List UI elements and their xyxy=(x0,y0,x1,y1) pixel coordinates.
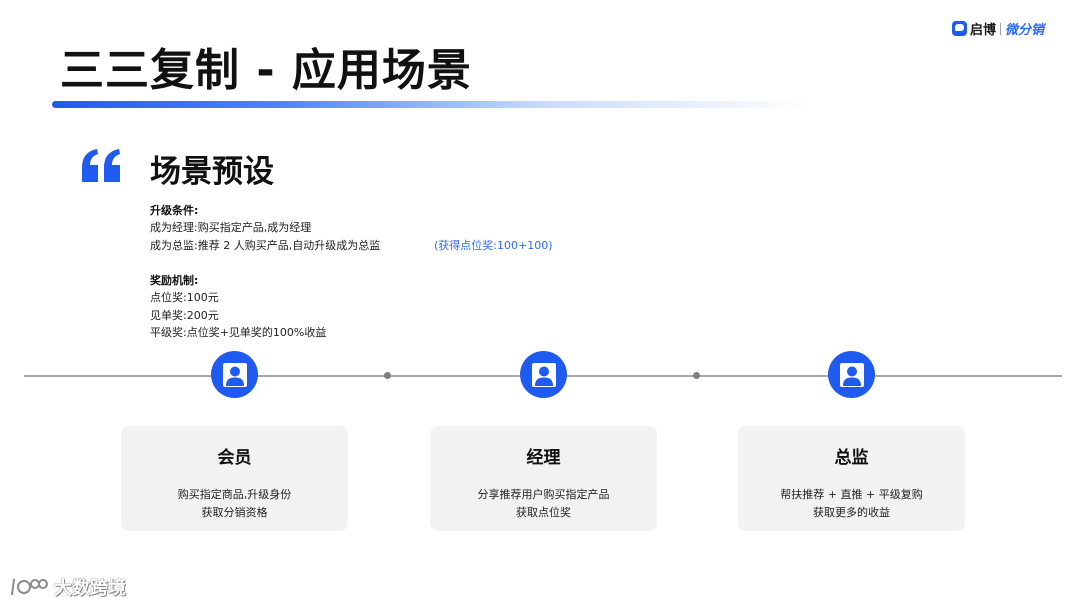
role-desc: 帮扶推荐 + 直推 + 平级复购 获取更多的收益 xyxy=(738,486,965,522)
member-user-icon xyxy=(211,351,258,398)
role-desc-line: 获取更多的收益 xyxy=(813,506,890,519)
brand-subtitle: 微分销 xyxy=(1004,23,1044,38)
director-user-icon xyxy=(828,351,875,398)
role-title: 经理 xyxy=(526,448,561,468)
role-desc-line: 获取分销资格 xyxy=(201,506,268,519)
watermark-logo-icon xyxy=(11,578,48,596)
upgrade-conditions: 升级条件: 成为经理:购买指定产品,成为经理 成为总监:推荐 2 人购买产品,自… xyxy=(150,202,553,254)
reward-line-peer: 平级奖:点位奖+见单奖的100%收益 xyxy=(150,325,327,339)
reward-title: 奖励机制: xyxy=(150,274,199,287)
reward-line-order: 见单奖:200元 xyxy=(150,308,219,322)
brand-logo: 启博 微分销 xyxy=(951,19,1044,38)
watermark-text: 大数跨境 xyxy=(54,578,126,599)
reward-line-point: 点位奖:100元 xyxy=(150,291,219,305)
upgrade-line-director: 成为总监:推荐 2 人购买产品,自动升级成为总监 xyxy=(150,238,381,252)
role-desc-line: 分享推荐用户购买指定产品 xyxy=(477,488,610,501)
upgrade-note: (获得点位奖:100+100) xyxy=(434,238,553,252)
role-desc-line: 帮扶推荐 + 直推 + 平级复购 xyxy=(780,488,923,501)
manager-user-icon xyxy=(520,351,567,398)
role-title: 总监 xyxy=(834,448,869,468)
page-title: 三三复制 - 应用场景 xyxy=(60,45,472,96)
brand-name: 启博 xyxy=(969,23,996,38)
timeline-dot xyxy=(693,372,700,379)
role-desc-line: 获取点位奖 xyxy=(516,506,571,519)
brand-divider xyxy=(999,22,1001,35)
watermark: 大数跨境 xyxy=(10,574,126,600)
upgrade-line-manager: 成为经理:购买指定产品,成为经理 xyxy=(150,221,312,235)
role-desc: 购买指定商品,升级身份 获取分销资格 xyxy=(121,486,348,522)
timeline-dot xyxy=(384,372,391,379)
role-desc-line: 购买指定商品,升级身份 xyxy=(177,488,292,501)
role-title: 会员 xyxy=(217,448,252,468)
chat-bubble-icon xyxy=(951,21,967,36)
role-card-member: 会员 购买指定商品,升级身份 获取分销资格 xyxy=(121,426,348,531)
quote-icon xyxy=(80,148,124,188)
upgrade-title: 升级条件: xyxy=(150,204,199,217)
role-card-manager: 经理 分享推荐用户购买指定产品 获取点位奖 xyxy=(430,426,657,531)
section-heading: 场景预设 xyxy=(150,154,274,190)
upgrade-line-director-wrap: 成为总监:推荐 2 人购买产品,自动升级成为总监 (获得点位奖:100+100) xyxy=(150,237,553,254)
role-desc: 分享推荐用户购买指定产品 获取点位奖 xyxy=(430,486,657,522)
role-card-director: 总监 帮扶推荐 + 直推 + 平级复购 获取更多的收益 xyxy=(738,426,965,531)
title-underline xyxy=(52,101,812,108)
reward-mechanism: 奖励机制: 点位奖:100元 见单奖:200元 平级奖:点位奖+见单奖的100%… xyxy=(150,272,326,341)
